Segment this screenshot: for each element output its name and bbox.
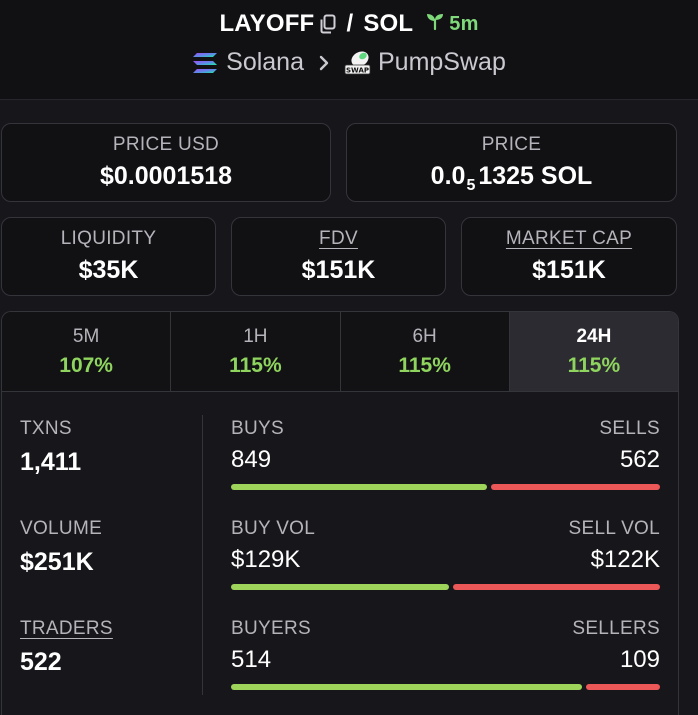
- tab-5m-label: 5M: [72, 326, 100, 347]
- fdv-value: $151K: [301, 256, 376, 284]
- chain-link[interactable]: Solana: [226, 48, 304, 77]
- sell-vol-bar-fill: [453, 584, 660, 590]
- tab-5m[interactable]: 5M 107%: [2, 312, 172, 391]
- sprout-icon: [425, 11, 449, 37]
- price-native-value: 0.05 1325 SOL: [347, 162, 676, 195]
- market-cap-value: $151K: [532, 256, 606, 284]
- liquidity-value: $35K: [78, 256, 139, 284]
- price-usd-label: PRICE USD: [112, 134, 220, 155]
- buys-sells-bar: [231, 484, 660, 490]
- sells-label: SELLS: [599, 418, 660, 439]
- stats-panel: 5M 107% 1H 115% 6H 115% 24H 115% TXNS 1,…: [1, 311, 679, 715]
- price-native-digits: 1325: [478, 162, 534, 190]
- quote-symbol: SOL: [363, 10, 414, 37]
- buy-vol-value: $129K: [231, 546, 301, 573]
- buy-vol-label: BUY VOL: [231, 518, 316, 539]
- fdv-card: FDV $151K: [231, 217, 446, 296]
- tab-6h[interactable]: 6H 115%: [340, 312, 510, 391]
- txns-label: TXNS: [20, 418, 72, 439]
- volume-label: VOLUME: [20, 518, 103, 539]
- price-native-prefix: 0.0: [430, 162, 466, 190]
- chevron-right-icon: [318, 54, 330, 72]
- price-native-unit: SOL: [540, 162, 593, 190]
- tab-1h-change: 115%: [229, 354, 282, 377]
- market-cap-label[interactable]: MARKET CAP: [462, 228, 676, 250]
- buys-bar-fill: [231, 484, 487, 490]
- solana-logo-icon: [192, 52, 218, 74]
- traders-stat: TRADERS 522: [20, 618, 113, 677]
- sell-vol-value: $122K: [590, 546, 660, 573]
- tab-1h-label: 1H: [243, 326, 268, 347]
- sellers-bar-fill: [586, 684, 660, 690]
- price-usd-card: PRICE USD $0.0001518: [1, 123, 331, 202]
- sellers-label: SELLERS: [572, 618, 660, 639]
- txns-stat: TXNS 1,411: [20, 418, 81, 477]
- token-symbol: LAYOFF: [219, 10, 315, 37]
- traders-label[interactable]: TRADERS: [20, 618, 113, 640]
- sells-bar-fill: [491, 484, 660, 490]
- pair-separator: /: [346, 10, 354, 37]
- price-native-zero-count: 5: [466, 177, 476, 194]
- tab-1h[interactable]: 1H 115%: [171, 312, 341, 391]
- pair-age-value: 5m: [449, 12, 479, 35]
- liquidity-label: LIQUIDITY: [60, 228, 157, 249]
- buy-vol-bar-fill: [231, 584, 449, 590]
- market-cap-card: MARKET CAP $151K: [461, 217, 677, 296]
- buyers-sellers-bar: [231, 684, 660, 690]
- buys-sells-split: BUYS SELLS 849 562: [231, 418, 660, 490]
- sell-vol-label: SELL VOL: [568, 518, 660, 539]
- buy-sell-volume-bar: [231, 584, 660, 590]
- price-usd-value: $0.0001518: [99, 162, 233, 190]
- dex-link[interactable]: PumpSwap: [378, 48, 506, 77]
- pumpswap-logo-text: SWAP: [346, 66, 369, 74]
- fdv-label[interactable]: FDV: [232, 228, 445, 250]
- pair-title: LAYOFF / SOL 5m: [0, 10, 698, 38]
- pair-age: 5m: [425, 11, 478, 37]
- traders-value: 522: [20, 648, 62, 676]
- tab-6h-label: 6H: [412, 326, 437, 347]
- price-native-card: PRICE 0.05 1325 SOL: [346, 123, 677, 202]
- tab-5m-change: 107%: [59, 354, 113, 377]
- buy-sell-volume-split: BUY VOL SELL VOL $129K $122K: [231, 518, 660, 590]
- buys-value: 849: [231, 446, 272, 473]
- sellers-value: 109: [619, 646, 660, 673]
- volume-stat: VOLUME $251K: [20, 518, 102, 577]
- buyers-value: 514: [231, 646, 272, 673]
- tab-24h-label: 24H: [576, 326, 612, 347]
- pair-header: LAYOFF / SOL 5m Solana SWAP PumpSwap: [0, 0, 698, 100]
- liquidity-card: LIQUIDITY $35K: [1, 217, 216, 296]
- price-native-label: PRICE: [481, 134, 542, 155]
- buyers-label: BUYERS: [231, 618, 311, 639]
- buyers-sellers-split: BUYERS SELLERS 514 109: [231, 618, 660, 690]
- stats-divider: [202, 415, 203, 695]
- pumpswap-logo-icon: SWAP: [344, 50, 372, 76]
- tab-6h-change: 115%: [398, 354, 451, 377]
- buys-label: BUYS: [231, 418, 284, 439]
- breadcrumb: Solana SWAP PumpSwap: [0, 48, 698, 77]
- tab-24h-change: 115%: [567, 354, 621, 377]
- sells-value: 562: [619, 446, 660, 473]
- volume-value: $251K: [20, 548, 94, 576]
- txns-value: 1,411: [20, 448, 82, 476]
- copy-icon[interactable]: [320, 14, 336, 34]
- timeframe-tabs: 5M 107% 1H 115% 6H 115% 24H 115%: [2, 312, 678, 392]
- buyers-bar-fill: [231, 684, 582, 690]
- tab-24h[interactable]: 24H 115%: [509, 312, 678, 391]
